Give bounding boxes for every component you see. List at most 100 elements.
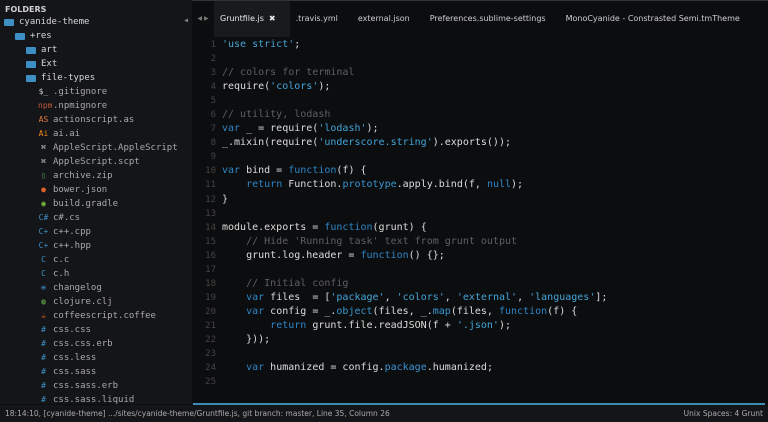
code-token: config = _. (264, 305, 337, 317)
css-icon: # (41, 353, 46, 362)
code-line: 13 (192, 207, 768, 221)
tree-item[interactable]: ▯ archive.zip (0, 169, 192, 183)
code-token: 'colors' (270, 81, 319, 93)
line-number: 11 (205, 180, 216, 191)
code-token: bind = (240, 165, 289, 177)
tree-item[interactable]: ≡ changelog (0, 281, 192, 295)
tree-item[interactable]: Cc.h (0, 267, 192, 281)
cpp-icon: C+ (38, 241, 49, 250)
line-code: var config = _.object(files, _.map(files… (222, 305, 577, 319)
tree-item[interactable]: # css.sass.erb (0, 379, 192, 393)
code-token: grunt.file.readJSON(f + (306, 319, 457, 331)
tab-nav-arrows-icon[interactable]: ◀ ▶ (192, 15, 214, 22)
code-token: , (517, 291, 530, 303)
tree-item[interactable]: # css.sass (0, 365, 192, 379)
status-bar: 18:14:10, [cyanide-theme] .../sites/cyan… (0, 405, 768, 422)
code-line: 7 var _ = require('lodash'); (192, 122, 768, 136)
bower-icon: ● (41, 185, 46, 194)
tree-item[interactable]: # css.less (0, 351, 192, 365)
tree-item[interactable]: file-types (0, 71, 192, 85)
folder-open-icon (26, 74, 36, 82)
tab-external-json[interactable]: external.json (352, 1, 424, 37)
line-code: require('colors'); (222, 80, 330, 94)
line-code: } (222, 193, 228, 207)
tree-item-label: art (41, 45, 58, 55)
tree-item[interactable]: # css.css (0, 323, 192, 337)
tab-gruntfile-js[interactable]: Gruntfile.js ✖ (214, 0, 290, 37)
code-token: _.mixin(require( (222, 137, 319, 149)
code-line: 22 })); (192, 333, 768, 347)
code-token: 'package' (330, 291, 385, 303)
code-token: humanized = config. (264, 362, 385, 374)
tree-item[interactable]: ◍ clojure.clj (0, 295, 192, 309)
tree-item[interactable]: $_ .gitignore (0, 85, 192, 99)
cpp-icon: C+ (38, 227, 49, 236)
tree-item[interactable]: # css.sass.liquid (0, 393, 192, 404)
line-number: 1 (210, 40, 216, 50)
line-code: grunt.log.header = function() {}; (222, 249, 445, 263)
code-token: // utility, lodash (222, 109, 331, 121)
tree-item[interactable]: Cc.c (0, 253, 192, 267)
sidebar: FOLDERS ◀ cyanide-theme +res art Ext file-ty… (0, 0, 192, 404)
code-line: 15 // Hide 'Running task' text from grun… (192, 235, 768, 249)
tree-item[interactable]: cyanide-theme (0, 15, 192, 29)
line-number: 23 (205, 349, 216, 360)
tree-item[interactable]: ⌘ AppleScript.AppleScript (0, 141, 192, 155)
tree-item[interactable]: +res (0, 29, 192, 43)
tree-item-label: +res (30, 31, 52, 41)
line-code: return grunt.file.readJSON(f + '.json'); (222, 319, 511, 333)
code-token: ); (366, 123, 379, 135)
code-token: require( (222, 81, 271, 93)
tree-item[interactable]: ● bower.json (0, 183, 192, 197)
code-line: 6 // utility, lodash (192, 108, 768, 122)
tree-item[interactable]: Ext (0, 57, 192, 71)
line-code: var _ = require('lodash'); (222, 122, 379, 136)
tree-item[interactable]: ☕ coffeescript.coffee (0, 309, 192, 323)
code-editor[interactable]: 1'use strict'; 2 3// colors for terminal 4 r… (192, 38, 768, 404)
tree-item[interactable]: ⌘ AppleScript.scpt (0, 155, 192, 169)
tree-item[interactable]: Ai ai.ai (0, 127, 192, 141)
tab-monocyanide-constrasted-semi-tmtheme[interactable]: MonoCyanide - Constrasted Semi.tmTheme (560, 1, 754, 37)
tree-item-label: actionscript.as (53, 115, 135, 125)
code-line: 3 // colors for terminal (192, 66, 768, 80)
code-token: () {}; (408, 249, 445, 261)
tab-label: MonoCyanide - Constrasted Semi.tmTheme (565, 13, 740, 23)
tree-item[interactable]: AS actionscript.as (0, 113, 192, 127)
tree-item[interactable]: ◉ build.gradle (0, 197, 192, 211)
code-token: function (288, 165, 337, 177)
line-number: 14 (205, 222, 216, 233)
tree-item-label: css.sass.liquid (53, 395, 135, 404)
code-line: 5 (192, 94, 768, 108)
code-line: 24 var humanized = config.package.humani… (192, 361, 768, 375)
tree-item-label: css.css.erb (53, 339, 113, 349)
code-token: var (246, 362, 265, 374)
code-line: 8 _.mixin(require('underscore.string').ex… (192, 136, 768, 150)
tree-item[interactable]: C+ c++.hpp (0, 239, 192, 253)
folders-title: FOLDERS (5, 5, 47, 14)
code-token: _ = require( (240, 123, 319, 135)
tree-item[interactable]: npm .npmignore (0, 99, 192, 113)
coffee-icon: ☕ (41, 311, 46, 320)
css-icon: # (41, 367, 46, 376)
tree-item[interactable]: C+ c++.cpp (0, 225, 192, 239)
collapse-arrow-icon[interactable]: ◀ (184, 17, 188, 24)
tab-preferences-sublime-settings[interactable]: Preferences.sublime-settings (424, 1, 560, 37)
tree-item[interactable]: # css.css.erb (0, 337, 192, 351)
close-tab-icon[interactable]: ✖ (269, 14, 276, 23)
tree-item-label: c++.cpp (53, 227, 91, 237)
code-line: 10 var bind = function(f) { (192, 164, 768, 178)
tree-item[interactable]: C# c#.cs (0, 211, 192, 225)
folder-icon (26, 60, 36, 68)
code-token: '.json' (456, 319, 499, 331)
tree-item[interactable]: art (0, 43, 192, 57)
code-token: , (384, 291, 397, 303)
code-token: 'languages' (529, 291, 596, 303)
tree-item-label: bower.json (53, 185, 108, 195)
code-token: , (444, 291, 457, 303)
code-token: // Hide 'Running task' text from grunt o… (222, 235, 518, 247)
tab--travis-yml[interactable]: .travis.yml (290, 1, 352, 37)
line-code: 'use strict'; (222, 38, 300, 52)
line-number: 17 (205, 264, 216, 275)
